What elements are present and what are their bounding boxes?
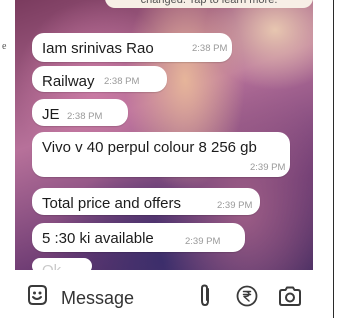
message-time: 2:38 PM — [104, 76, 140, 87]
message-text: Iam srinivas Rao — [42, 40, 154, 57]
message-bubble[interactable]: Railway 2:38 PM — [32, 66, 167, 92]
rupee-icon[interactable] — [235, 284, 259, 308]
message-time: 2:39 PM — [250, 162, 286, 173]
message-bubble[interactable]: Iam srinivas Rao 2:38 PM — [32, 33, 232, 62]
message-bubble[interactable]: Vivo v 40 perpul colour 8 256 gb 2:39 PM — [32, 132, 290, 177]
message-bubble[interactable]: 5 :30 ki available 2:39 PM — [32, 223, 245, 252]
message-text: Vivo v 40 perpul colour 8 256 gb — [42, 139, 257, 156]
message-time: 2:39 PM — [217, 200, 253, 211]
message-time: 2:38 PM — [67, 111, 103, 122]
message-text: Railway — [42, 73, 95, 90]
chat-screen: changed. Tap to learn more. Iam srinivas… — [15, 0, 313, 325]
security-banner[interactable]: changed. Tap to learn more. — [105, 0, 313, 8]
page-border — [333, 0, 334, 318]
message-bubble[interactable]: JE 2:38 PM — [32, 99, 128, 126]
page-margin-text: e — [2, 41, 7, 52]
message-time: 2:38 PM — [192, 43, 228, 54]
message-text: 5 :30 ki available — [42, 230, 154, 247]
message-time: 2:39 PM — [185, 236, 221, 247]
attach-icon[interactable] — [195, 283, 215, 309]
message-placeholder: Message — [61, 288, 135, 308]
message-input-bar: Message — [15, 270, 313, 325]
message-input[interactable]: Message — [19, 274, 309, 318]
camera-icon[interactable] — [277, 284, 303, 308]
message-text: JE — [42, 106, 60, 123]
emoji-icon[interactable] — [25, 283, 49, 307]
message-bubble[interactable]: Total price and offers 2:39 PM — [32, 188, 260, 215]
message-text: Total price and offers — [42, 195, 181, 212]
